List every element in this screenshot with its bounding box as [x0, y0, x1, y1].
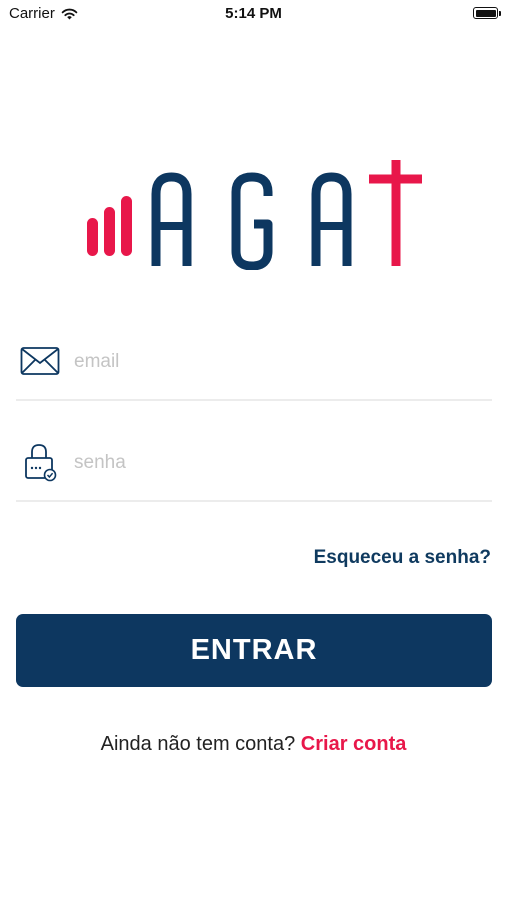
forgot-password-link[interactable]: Esqueceu a senha? — [314, 547, 491, 569]
create-account-link[interactable]: Criar conta — [301, 733, 407, 755]
lock-icon — [25, 444, 57, 482]
email-field — [16, 343, 492, 401]
envelope-icon — [20, 347, 60, 375]
battery-icon — [473, 7, 501, 19]
signup-prompt-text: Ainda não tem conta? — [100, 733, 296, 755]
signup-prompt: Ainda não tem conta? Criar conta — [0, 733, 507, 756]
status-time: 5:14 PM — [225, 5, 282, 22]
password-input[interactable] — [74, 448, 484, 478]
status-bar: Carrier 5:14 PM — [0, 0, 507, 30]
agat-logo — [87, 160, 422, 270]
email-input[interactable] — [74, 347, 484, 377]
login-screen: Carrier 5:14 PM email Esqueceu a senha? … — [0, 0, 507, 900]
login-button[interactable]: ENTRAR — [16, 614, 492, 687]
password-field — [16, 444, 492, 502]
